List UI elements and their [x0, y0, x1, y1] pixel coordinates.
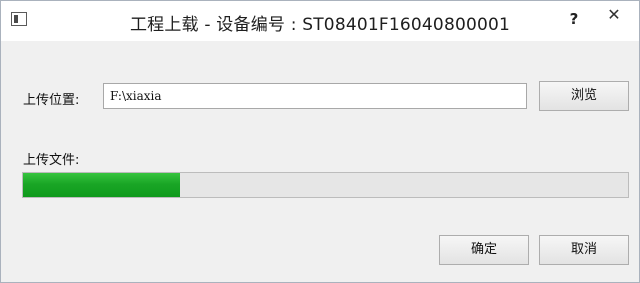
window-title: 工程上载 - 设备编号 : ST08401F16040800001: [129, 15, 511, 35]
upload-location-input[interactable]: [103, 83, 527, 109]
cancel-button[interactable]: 取消: [539, 235, 629, 265]
upload-progress-bar: [22, 172, 629, 198]
upload-file-label: 上传文件:: [23, 153, 80, 168]
upload-location-label: 上传位置:: [23, 93, 80, 108]
upload-dialog: 工程上载 - 设备编号 : ST08401F16040800001 ? ✕ 上传…: [0, 0, 640, 283]
upload-progress-fill: [23, 173, 181, 197]
help-button[interactable]: ?: [563, 9, 585, 29]
close-icon: ✕: [607, 5, 621, 24]
browse-button[interactable]: 浏览: [539, 81, 629, 111]
close-button[interactable]: ✕: [591, 1, 637, 29]
title-bar: 工程上载 - 设备编号 : ST08401F16040800001 ? ✕: [1, 1, 639, 41]
ok-button[interactable]: 确定: [439, 235, 529, 265]
